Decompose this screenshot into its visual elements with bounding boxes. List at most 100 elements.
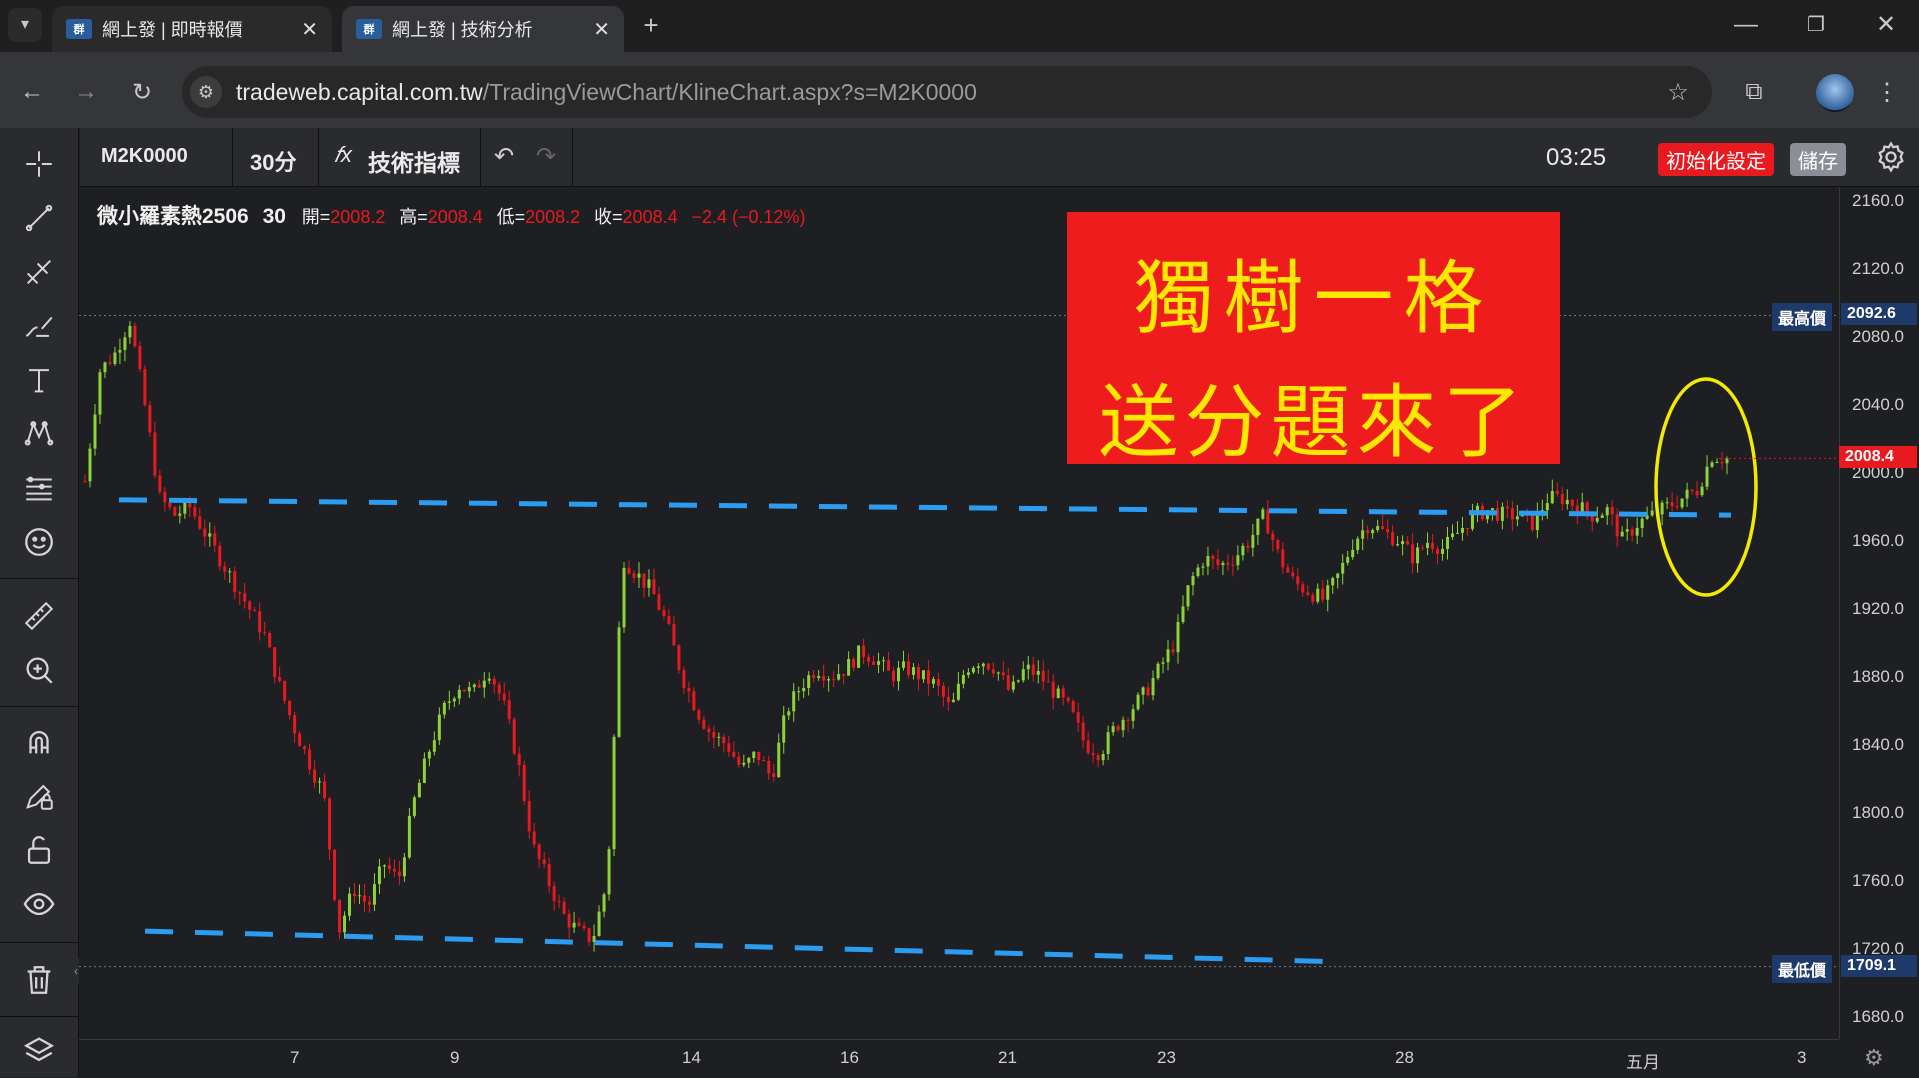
candle-body	[178, 513, 182, 516]
reset-settings-button[interactable]: 初始化設定	[1658, 143, 1774, 176]
candle-body	[203, 528, 207, 537]
chrome-menu-icon[interactable]: ⋮	[1872, 78, 1902, 108]
time-tick: 14	[682, 1048, 701, 1067]
candle-body	[807, 675, 811, 689]
zoom-in-icon[interactable]	[16, 650, 62, 690]
candle-body	[1361, 530, 1365, 539]
candle-body	[1256, 518, 1260, 536]
candle-body	[1016, 680, 1020, 682]
interval-selector[interactable]: 30分	[250, 145, 296, 177]
candle-body	[283, 680, 287, 701]
candle-body	[1560, 494, 1564, 505]
candle-body	[1101, 754, 1105, 761]
tab-close-icon[interactable]: ✕	[593, 17, 610, 42]
trendline-tool-icon[interactable]	[16, 198, 62, 238]
price-tick: 1680.0	[1852, 1007, 1904, 1026]
trash-icon[interactable]	[16, 960, 62, 1000]
candle-body	[1650, 510, 1654, 516]
forward-icon[interactable]: →	[68, 78, 104, 108]
candle-body	[477, 684, 481, 688]
annotation-line-2: 送分題來了	[1098, 376, 1529, 469]
forecast-tool-icon[interactable]	[16, 468, 62, 508]
candle-body	[1685, 489, 1689, 499]
candle-body	[1490, 508, 1494, 511]
site-info-icon[interactable]: ⚙	[190, 76, 222, 108]
tab-technical-analysis[interactable]: 群 網上發 | 技術分析 ✕	[342, 6, 624, 52]
candle-body	[113, 352, 117, 364]
tab-close-icon[interactable]: ✕	[301, 17, 318, 42]
candle-body	[1441, 548, 1445, 554]
candle-body	[777, 742, 781, 778]
candle-body	[333, 849, 337, 900]
candle-body	[852, 659, 856, 668]
candle-body	[1570, 499, 1574, 506]
candle-body	[562, 901, 566, 914]
save-button[interactable]: 儲存	[1790, 143, 1846, 176]
minimize-icon[interactable]: —	[1726, 10, 1766, 40]
text-tool-icon[interactable]	[16, 360, 62, 400]
axis-settings-icon[interactable]: ⚙	[1864, 1045, 1884, 1071]
pattern-tool-icon[interactable]	[16, 414, 62, 454]
legend-open-label: 開=	[301, 207, 331, 227]
symbol-search[interactable]: M2K0000	[101, 145, 188, 168]
tab-realtime-quote[interactable]: 群 網上發 | 即時報價 ✕	[52, 6, 332, 52]
undo-icon[interactable]: ↶	[494, 142, 514, 171]
highlight-circle	[1654, 377, 1758, 597]
candle-body	[487, 678, 491, 681]
candlestick-chart[interactable]	[79, 187, 1839, 1039]
candle-body	[1251, 535, 1255, 548]
layers-icon[interactable]	[16, 1030, 62, 1070]
candle-body	[1186, 585, 1190, 607]
tab-search-dropdown-icon[interactable]: ▾	[8, 8, 42, 42]
window-close-icon[interactable]: ✕	[1866, 10, 1906, 40]
bookmark-star-icon[interactable]: ☆	[1660, 78, 1696, 108]
candle-body	[412, 797, 416, 816]
magnet-icon[interactable]	[16, 722, 62, 762]
profile-avatar[interactable]	[1816, 74, 1854, 112]
candle-body	[1001, 672, 1005, 676]
fib-tool-icon[interactable]	[16, 252, 62, 292]
lock-drawing-icon[interactable]	[16, 776, 62, 816]
reload-icon[interactable]: ↻	[124, 78, 160, 108]
candle-body	[467, 687, 471, 692]
candle-body	[133, 325, 137, 347]
time-tick: 23	[1157, 1048, 1176, 1067]
candle-body	[1595, 517, 1599, 522]
fx-indicator-icon[interactable]: 𝑓x	[334, 142, 352, 168]
emoji-tool-icon[interactable]	[16, 522, 62, 562]
restore-icon[interactable]: ❐	[1796, 10, 1836, 40]
url-path: /TradingViewChart/KlineChart.aspx?s=M2K0…	[482, 79, 977, 105]
candle-body	[862, 645, 866, 657]
visibility-icon[interactable]	[16, 884, 62, 924]
candle-body	[253, 609, 257, 612]
brush-tool-icon[interactable]	[16, 306, 62, 346]
candle-body	[996, 672, 1000, 674]
price-tick: 1760.0	[1852, 871, 1904, 890]
settings-gear-icon[interactable]	[1874, 140, 1908, 174]
extensions-icon[interactable]: ⧉	[1736, 78, 1772, 108]
crosshair-icon[interactable]	[16, 144, 62, 184]
candle-body	[1401, 541, 1405, 545]
redo-icon[interactable]: ↷	[536, 142, 556, 171]
indicators-button[interactable]: 技術指標	[368, 144, 460, 178]
candle-body	[971, 667, 975, 673]
back-icon[interactable]: ←	[14, 78, 50, 108]
candle-body	[632, 573, 636, 578]
candle-body	[737, 756, 741, 765]
candle-body	[1545, 503, 1549, 511]
candle-body	[787, 711, 791, 716]
new-tab-icon[interactable]: +	[636, 10, 666, 40]
candle-body	[1411, 544, 1415, 564]
candle-body	[941, 685, 945, 697]
time-axis[interactable]	[79, 1039, 1839, 1078]
candle-body	[1381, 526, 1385, 530]
capital-logo-icon: 群	[66, 19, 92, 39]
candle-body	[906, 661, 910, 675]
ruler-icon[interactable]	[16, 596, 62, 636]
candle-body	[1695, 491, 1699, 496]
url-text[interactable]: tradeweb.capital.com.tw/TradingViewChart…	[236, 79, 977, 106]
time-tick: 28	[1395, 1048, 1414, 1067]
unlock-icon[interactable]	[16, 830, 62, 870]
url-host: tradeweb.capital.com.tw	[236, 79, 483, 105]
candle-body	[442, 702, 446, 715]
